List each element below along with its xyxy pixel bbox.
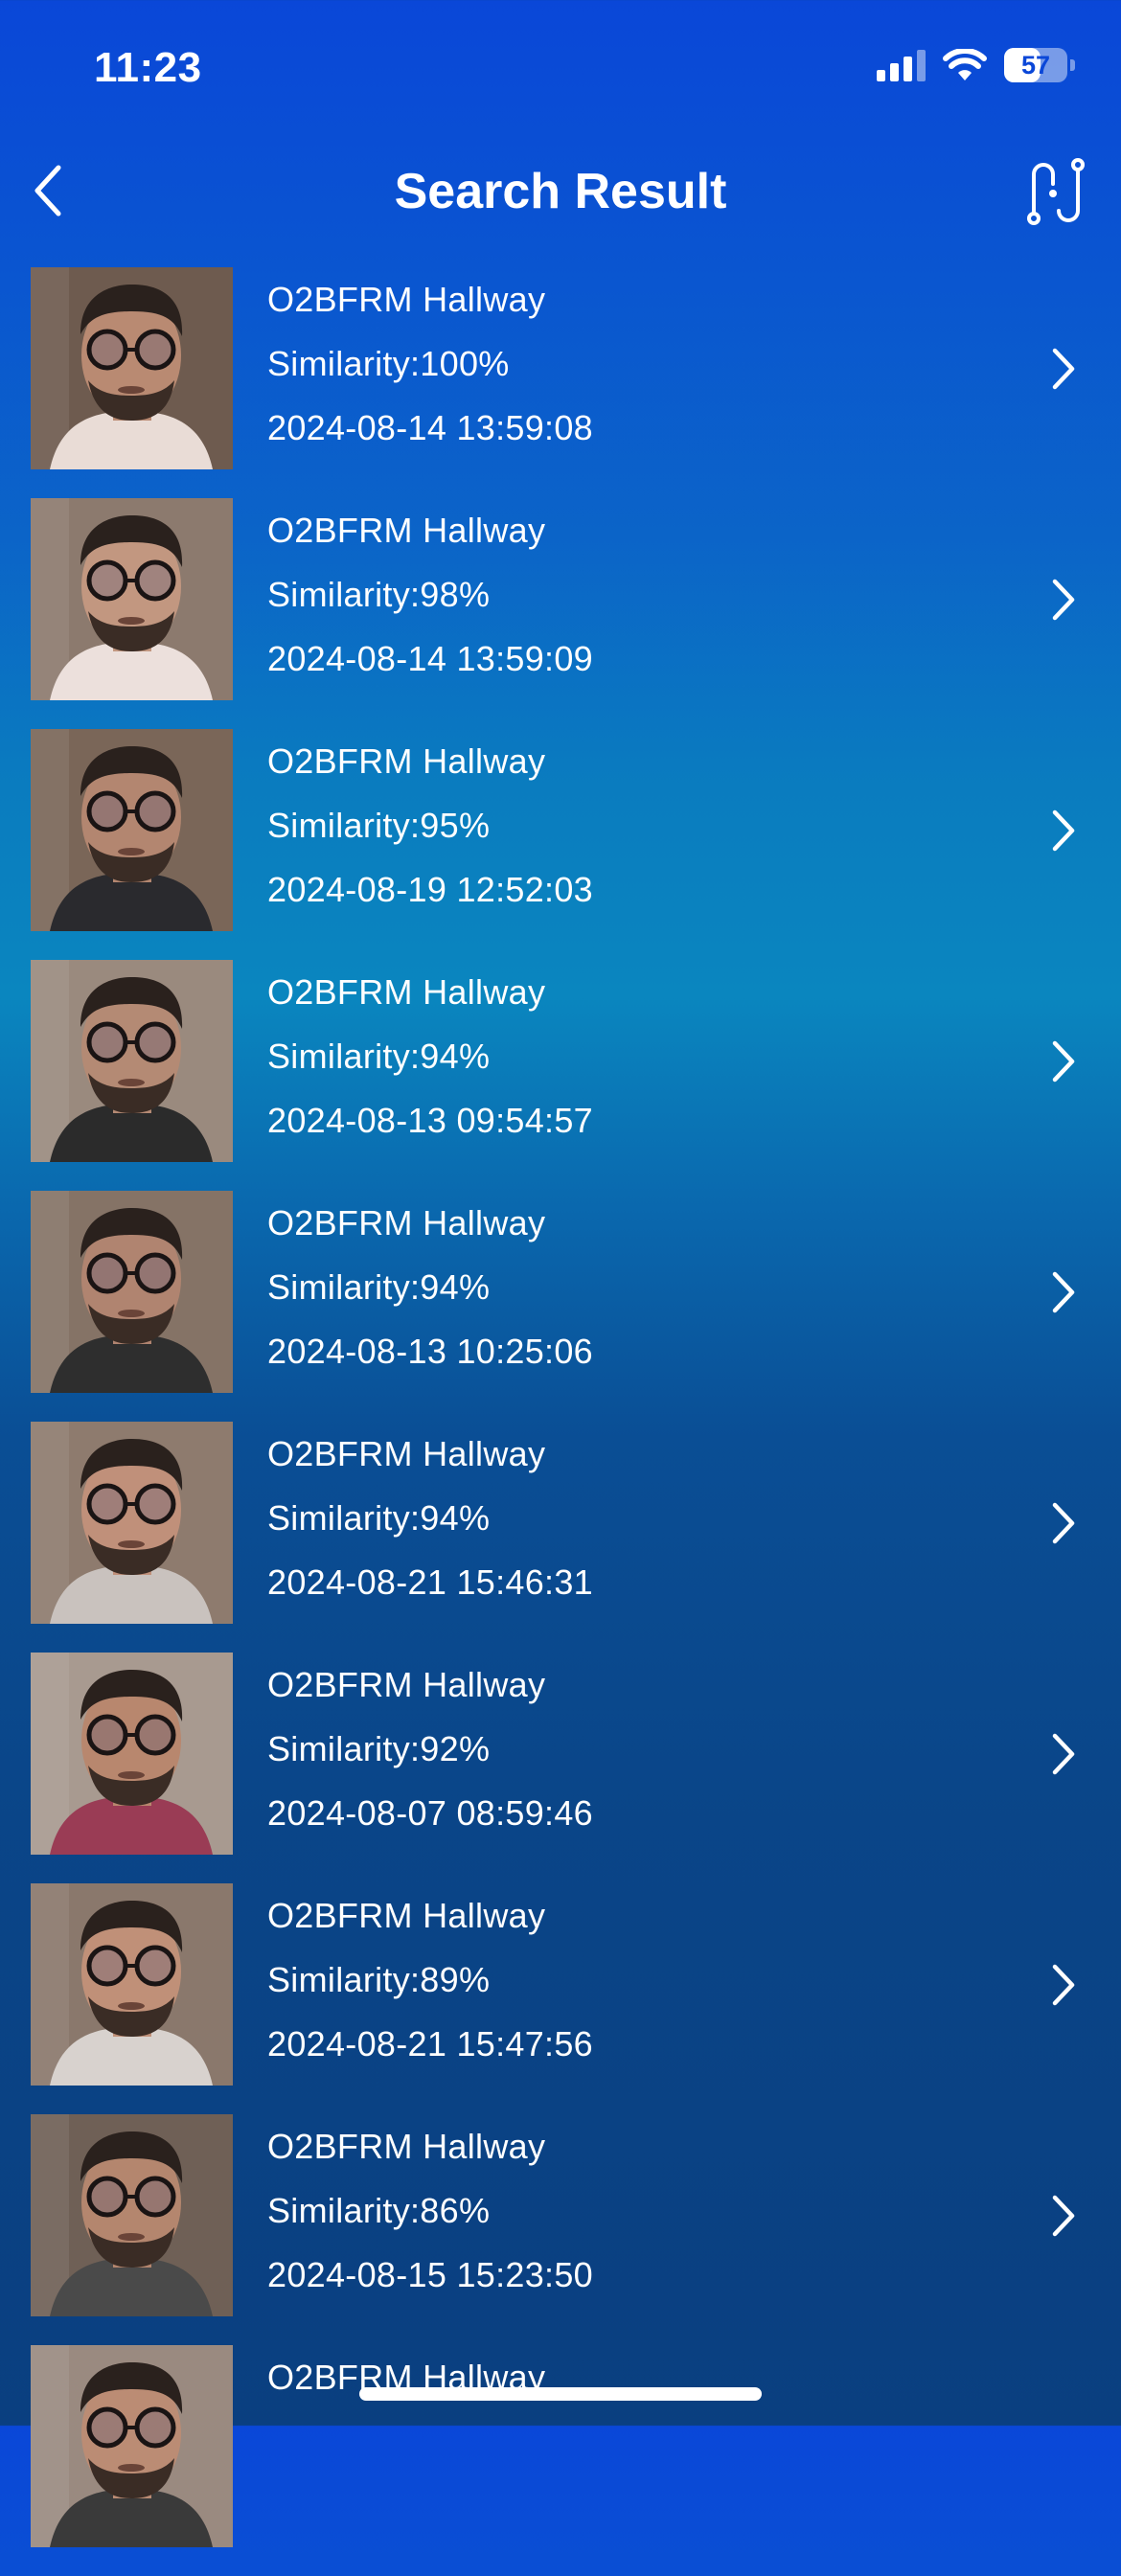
result-info: O2BFRM Hallway (267, 2345, 545, 2538)
route-button[interactable] (1016, 151, 1096, 232)
similarity-score: Similarity:98% (267, 575, 491, 614)
result-info: O2BFRM Hallway Similarity:92% 2024-08-07… (267, 1653, 593, 1845)
result-info: O2BFRM Hallway Similarity:95% 2024-08-19… (267, 729, 593, 922)
battery-icon: 57 (1004, 48, 1075, 82)
result-info: O2BFRM Hallway Similarity:94% 2024-08-21… (267, 1422, 593, 1614)
capture-timestamp: 2024-08-13 10:25:06 (267, 1332, 593, 1371)
cellular-signal-icon (877, 49, 926, 81)
status-icons: 57 (877, 48, 1075, 82)
result-info: O2BFRM Hallway Similarity:94% 2024-08-13… (267, 960, 593, 1152)
camera-name: O2BFRM Hallway (267, 972, 546, 1012)
result-row[interactable]: O2BFRM Hallway Similarity:89% 2024-08-21… (0, 1883, 1121, 2114)
page-title: Search Result (394, 164, 727, 219)
similarity-score: Similarity:86% (267, 2191, 491, 2230)
chevron-right-icon (1044, 1265, 1083, 1319)
face-thumbnail (31, 1191, 233, 1393)
result-row[interactable]: O2BFRM Hallway Similarity:94% 2024-08-13… (0, 960, 1121, 1191)
camera-name: O2BFRM Hallway (267, 2127, 546, 2166)
chevron-right-icon (1044, 342, 1083, 396)
similarity-score: Similarity:89% (267, 1960, 491, 1999)
chevron-right-icon (1044, 573, 1083, 627)
chevron-right-icon (1044, 1496, 1083, 1550)
result-row[interactable]: O2BFRM Hallway Similarity:92% 2024-08-07… (0, 1653, 1121, 1883)
capture-timestamp: 2024-08-13 09:54:57 (267, 1101, 593, 1140)
camera-name: O2BFRM Hallway (267, 1203, 546, 1242)
capture-timestamp: 2024-08-14 13:59:08 (267, 408, 593, 447)
result-info: O2BFRM Hallway Similarity:86% 2024-08-15… (267, 2114, 593, 2307)
face-thumbnail (31, 729, 233, 931)
chevron-right-icon (1044, 1958, 1083, 2012)
capture-timestamp: 2024-08-07 08:59:46 (267, 1793, 593, 1833)
face-thumbnail (31, 1883, 233, 2086)
result-info: O2BFRM Hallway Similarity:98% 2024-08-14… (267, 498, 593, 691)
nav-bar: Search Result (0, 144, 1121, 239)
chevron-right-icon (1044, 1035, 1083, 1088)
face-thumbnail (31, 267, 233, 469)
face-thumbnail (31, 2345, 233, 2547)
similarity-score (267, 2409, 545, 2473)
capture-timestamp: 2024-08-21 15:46:31 (267, 1562, 593, 1602)
capture-timestamp: 2024-08-19 12:52:03 (267, 870, 593, 909)
battery-level: 57 (1020, 50, 1051, 80)
result-row[interactable]: O2BFRM Hallway Similarity:98% 2024-08-14… (0, 498, 1121, 729)
face-thumbnail (31, 960, 233, 1162)
result-info: O2BFRM Hallway Similarity:94% 2024-08-13… (267, 1191, 593, 1383)
similarity-score: Similarity:94% (267, 1498, 491, 1538)
chevron-right-icon (1044, 1727, 1083, 1781)
face-thumbnail (31, 2114, 233, 2316)
similarity-score: Similarity:94% (267, 1037, 491, 1076)
route-icon (1027, 158, 1085, 225)
face-thumbnail (31, 1422, 233, 1624)
chevron-right-icon (1044, 2189, 1083, 2243)
result-row[interactable]: O2BFRM Hallway Similarity:100% 2024-08-1… (0, 267, 1121, 498)
wifi-icon (943, 49, 987, 80)
similarity-score: Similarity:95% (267, 806, 491, 845)
result-row[interactable]: O2BFRM Hallway Similarity:95% 2024-08-19… (0, 729, 1121, 960)
result-row[interactable]: O2BFRM Hallway Similarity:94% 2024-08-13… (0, 1191, 1121, 1422)
face-thumbnail (31, 1653, 233, 1855)
result-info: O2BFRM Hallway Similarity:100% 2024-08-1… (267, 267, 593, 460)
capture-timestamp: 2024-08-21 15:47:56 (267, 2024, 593, 2063)
camera-name: O2BFRM Hallway (267, 1665, 546, 1704)
chevron-right-icon (1044, 804, 1083, 857)
camera-name: O2BFRM Hallway (267, 741, 546, 781)
camera-name: O2BFRM Hallway (267, 280, 546, 319)
status-bar: 11:23 57 (0, 0, 1121, 144)
capture-timestamp: 2024-08-14 13:59:09 (267, 639, 593, 678)
result-info: O2BFRM Hallway Similarity:89% 2024-08-21… (267, 1883, 593, 2076)
similarity-score: Similarity:92% (267, 1729, 491, 1768)
camera-name: O2BFRM Hallway (267, 1896, 546, 1935)
camera-name: O2BFRM Hallway (267, 1434, 546, 1473)
similarity-score: Similarity:100% (267, 344, 510, 383)
status-time: 11:23 (94, 44, 202, 91)
capture-timestamp: 2024-08-15 15:23:50 (267, 2255, 593, 2294)
home-indicator[interactable] (359, 2387, 762, 2401)
battery-tip (1070, 59, 1075, 71)
results-list: O2BFRM Hallway Similarity:100% 2024-08-1… (0, 267, 1121, 2576)
similarity-score: Similarity:94% (267, 1267, 491, 1307)
face-thumbnail (31, 498, 233, 700)
capture-timestamp (267, 2473, 545, 2538)
result-row[interactable]: O2BFRM Hallway (0, 2345, 1121, 2576)
result-row[interactable]: O2BFRM Hallway Similarity:94% 2024-08-21… (0, 1422, 1121, 1653)
result-row[interactable]: O2BFRM Hallway Similarity:86% 2024-08-15… (0, 2114, 1121, 2345)
camera-name: O2BFRM Hallway (267, 511, 546, 550)
